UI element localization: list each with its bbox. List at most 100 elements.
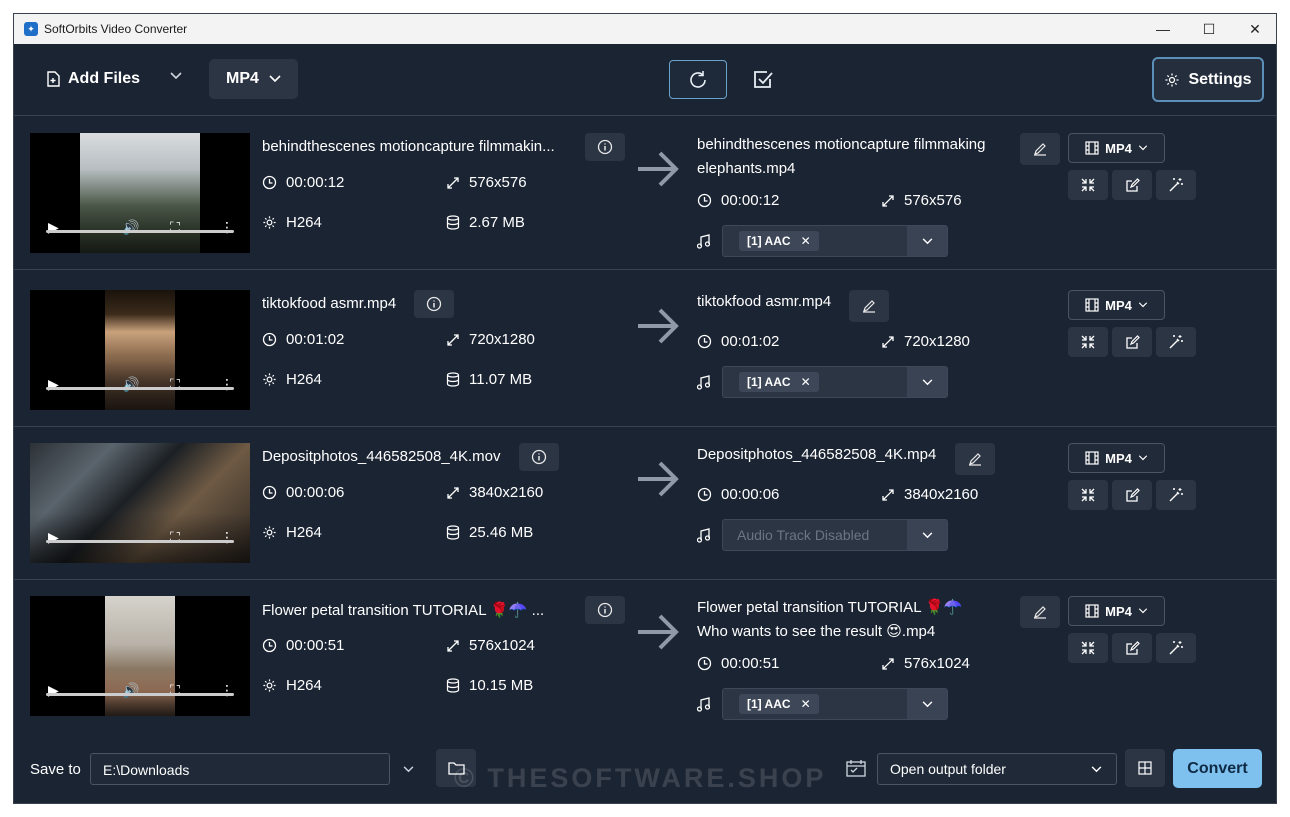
edit-button[interactable] bbox=[1112, 170, 1152, 200]
info-button[interactable] bbox=[414, 290, 454, 318]
path-history-dropdown[interactable] bbox=[403, 760, 414, 778]
audio-track-selector[interactable]: Audio Track Disabled bbox=[722, 519, 948, 551]
refresh-button[interactable] bbox=[669, 60, 727, 99]
audio-dropdown-button[interactable] bbox=[907, 689, 947, 719]
arrow-right-icon bbox=[638, 614, 679, 650]
audio-track-selector[interactable]: [1] AAC ✕ bbox=[722, 688, 948, 720]
edit-button[interactable] bbox=[1112, 480, 1152, 510]
codec-value: H264 bbox=[286, 677, 322, 694]
remove-chip-icon[interactable]: ✕ bbox=[801, 694, 811, 714]
output-duration: 00:00:51 bbox=[697, 655, 779, 672]
seek-bar[interactable] bbox=[46, 387, 234, 390]
window-title: SoftOrbits Video Converter bbox=[44, 22, 188, 36]
format-selector[interactable]: MP4 bbox=[209, 59, 298, 99]
duration: 00:00:12 bbox=[262, 174, 344, 191]
seek-bar[interactable] bbox=[46, 540, 234, 543]
play-icon[interactable]: ▶ bbox=[48, 219, 59, 236]
edit-button[interactable] bbox=[1112, 633, 1152, 663]
enhance-button[interactable] bbox=[1156, 633, 1196, 663]
remove-chip-icon[interactable]: ✕ bbox=[801, 231, 811, 251]
fullscreen-icon[interactable]: ⛶ bbox=[170, 529, 180, 546]
convert-button[interactable]: Convert bbox=[1173, 749, 1262, 788]
add-files-button[interactable]: Add Files bbox=[46, 70, 140, 88]
clock-icon bbox=[262, 485, 277, 500]
compress-button[interactable] bbox=[1068, 480, 1108, 510]
seek-bar[interactable] bbox=[46, 230, 234, 233]
audio-track-selector[interactable]: [1] AAC ✕ bbox=[722, 366, 948, 398]
maximize-button[interactable]: ☐ bbox=[1186, 14, 1232, 44]
output-resolution-value: 576x576 bbox=[904, 192, 962, 209]
compress-button[interactable] bbox=[1068, 327, 1108, 357]
video-thumbnail[interactable]: ▶ 🔊 ⛶ ⋮ bbox=[30, 290, 250, 410]
more-icon[interactable]: ⋮ bbox=[220, 219, 234, 236]
fullscreen-icon[interactable]: ⛶ bbox=[170, 376, 180, 393]
info-button[interactable] bbox=[519, 443, 559, 471]
compress-button[interactable] bbox=[1068, 170, 1108, 200]
output-duration: 00:01:02 bbox=[697, 333, 779, 350]
select-all-button[interactable] bbox=[744, 60, 782, 99]
audio-disabled-text: Audio Track Disabled bbox=[737, 527, 870, 543]
output-format-selector[interactable]: MP4 bbox=[1068, 290, 1165, 320]
title-bar: ✦ SoftOrbits Video Converter — ☐ ✕ bbox=[14, 14, 1276, 44]
audio-dropdown-button[interactable] bbox=[907, 226, 947, 256]
rename-button[interactable] bbox=[1020, 133, 1060, 165]
compress-button[interactable] bbox=[1068, 633, 1108, 663]
audio-track: Audio Track Disabled bbox=[697, 519, 948, 551]
video-thumbnail[interactable]: ▶ 🔊 ⛶ ⋮ bbox=[30, 133, 250, 253]
play-icon[interactable]: ▶ bbox=[48, 376, 59, 393]
database-icon bbox=[446, 678, 460, 693]
compress-icon bbox=[1081, 335, 1095, 349]
add-files-dropdown[interactable] bbox=[170, 72, 182, 80]
file-row: ▶ 🔊 ⛶ ⋮ tiktokfood asmr.mp4 00:01:02 720… bbox=[14, 274, 1276, 427]
more-icon[interactable]: ⋮ bbox=[220, 376, 234, 393]
enhance-button[interactable] bbox=[1156, 480, 1196, 510]
seek-bar[interactable] bbox=[46, 693, 234, 696]
volume-icon[interactable]: 🔊 bbox=[122, 219, 139, 236]
expand-icon bbox=[447, 176, 459, 189]
info-button[interactable] bbox=[585, 596, 625, 624]
volume-icon[interactable]: 🔊 bbox=[122, 682, 139, 699]
settings-button[interactable]: Settings bbox=[1152, 57, 1264, 102]
edit-button[interactable] bbox=[1112, 327, 1152, 357]
volume-icon[interactable]: 🔊 bbox=[122, 376, 139, 393]
fullscreen-icon[interactable]: ⛶ bbox=[170, 682, 180, 699]
clock-icon bbox=[262, 175, 277, 190]
database-icon bbox=[446, 525, 460, 540]
fullscreen-icon[interactable]: ⛶ bbox=[170, 219, 180, 236]
more-icon[interactable]: ⋮ bbox=[220, 529, 234, 546]
player-controls: ▶ 🔊 ⛶ ⋮ bbox=[30, 203, 250, 253]
after-convert-select[interactable]: Open output folder bbox=[877, 753, 1117, 785]
close-window-button[interactable]: ✕ bbox=[1232, 14, 1276, 44]
layout-button[interactable] bbox=[1125, 749, 1165, 787]
minimize-button[interactable]: — bbox=[1140, 14, 1186, 44]
video-thumbnail[interactable]: ▶ 🔊 ⛶ ⋮ bbox=[30, 596, 250, 716]
output-format-selector[interactable]: MP4 bbox=[1068, 443, 1165, 473]
rename-button[interactable] bbox=[849, 290, 889, 322]
remove-chip-icon[interactable]: ✕ bbox=[801, 372, 811, 392]
enhance-button[interactable] bbox=[1156, 327, 1196, 357]
more-icon[interactable]: ⋮ bbox=[220, 682, 234, 699]
audio-dropdown-button[interactable] bbox=[907, 520, 947, 550]
audio-track-selector[interactable]: [1] AAC ✕ bbox=[722, 225, 948, 257]
clock-icon bbox=[697, 487, 712, 502]
output-format-selector[interactable]: MP4 bbox=[1068, 133, 1165, 163]
play-icon[interactable]: ▶ bbox=[48, 682, 59, 699]
calendar-icon bbox=[846, 760, 866, 777]
audio-chip: [1] AAC ✕ bbox=[739, 231, 819, 251]
duration: 00:01:02 bbox=[262, 331, 344, 348]
schedule-icon[interactable] bbox=[846, 759, 866, 782]
output-path-input[interactable]: E:\Downloads bbox=[90, 753, 390, 785]
audio-chip-label: [1] AAC bbox=[747, 697, 791, 711]
enhance-button[interactable] bbox=[1156, 170, 1196, 200]
rename-button[interactable] bbox=[955, 443, 995, 475]
info-button[interactable] bbox=[585, 133, 625, 161]
arrow-right-icon bbox=[638, 461, 679, 497]
video-thumbnail[interactable]: ▶ ⛶ ⋮ bbox=[30, 443, 250, 563]
play-icon[interactable]: ▶ bbox=[48, 529, 59, 546]
grid-icon bbox=[1138, 761, 1152, 775]
audio-dropdown-button[interactable] bbox=[907, 367, 947, 397]
output-duration-value: 00:00:06 bbox=[721, 486, 780, 503]
output-resolution: 576x576 bbox=[881, 192, 962, 209]
rename-button[interactable] bbox=[1020, 596, 1060, 628]
output-format-selector[interactable]: MP4 bbox=[1068, 596, 1165, 626]
